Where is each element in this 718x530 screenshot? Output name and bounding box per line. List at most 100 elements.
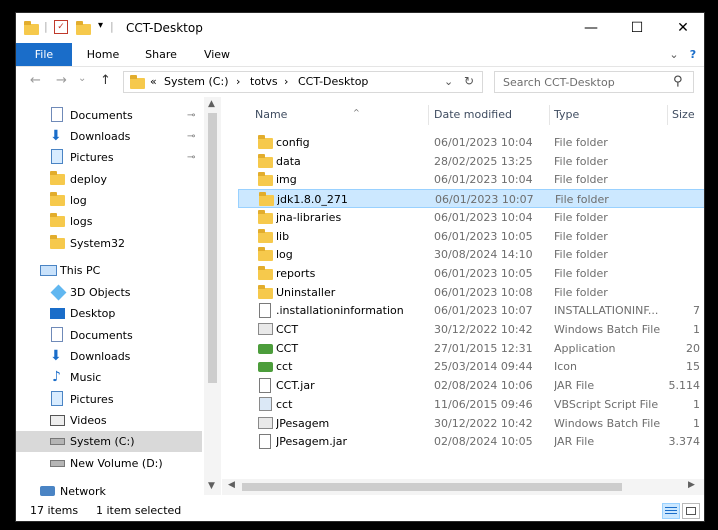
folder-icon: [50, 192, 65, 206]
column-header-name[interactable]: Name ^: [255, 105, 429, 125]
search-icon[interactable]: ⚲: [673, 74, 683, 89]
folder-icon: [259, 192, 274, 207]
file-date: 06/01/2023 10:04: [434, 136, 533, 149]
nav-item-system32[interactable]: System32: [16, 233, 202, 254]
download-icon: ⬇: [50, 348, 62, 364]
scroll-thumb[interactable]: [208, 113, 217, 383]
nav-item-downloads[interactable]: ⬇ Downloads: [16, 346, 202, 367]
file-row[interactable]: img 06/01/2023 10:04 File folder: [238, 170, 704, 189]
maximize-button[interactable]: ☐: [614, 13, 660, 43]
nav-item-pictures[interactable]: Pictures: [16, 389, 202, 410]
tab-home[interactable]: Home: [78, 43, 128, 66]
file-row[interactable]: JPesagem 30/12/2022 10:42 Windows Batch Fi…: [238, 414, 704, 433]
customize-toolbar-icon[interactable]: ▾: [98, 20, 103, 31]
folder-icon: [258, 135, 273, 149]
help-icon[interactable]: ?: [684, 43, 702, 66]
address-dropdown-icon[interactable]: ⌄: [444, 75, 453, 88]
download-icon: ⬇: [50, 128, 62, 144]
nav-item-label: Videos: [70, 414, 107, 427]
column-header-type[interactable]: Type: [554, 105, 668, 125]
close-button[interactable]: ✕: [660, 13, 704, 43]
expand-ribbon-icon[interactable]: ⌄: [666, 43, 682, 66]
nav-item-logs[interactable]: logs: [16, 211, 202, 232]
new-folder-icon[interactable]: [76, 21, 91, 35]
address-bar[interactable]: « System (C:) › totvs › CCT-Desktop ⌄ ↻: [123, 71, 483, 93]
file-row[interactable]: CCT 27/01/2015 12:31 Application 20: [238, 339, 704, 358]
file-row[interactable]: .installationinformation 06/01/2023 10:07…: [238, 301, 704, 320]
nav-item-pictures[interactable]: Pictures ⊸: [16, 147, 202, 168]
file-type: File folder: [554, 285, 608, 299]
properties-icon[interactable]: ✓: [54, 20, 68, 34]
nav-item-documents[interactable]: Documents ⊸: [16, 105, 202, 126]
breadcrumb-cct-desktop[interactable]: CCT-Desktop: [298, 75, 368, 88]
refresh-icon[interactable]: ↻: [464, 74, 474, 88]
nav-item-new-volume-d[interactable]: New Volume (D:): [16, 453, 202, 474]
hscroll-thumb[interactable]: [242, 483, 622, 491]
nav-item-downloads[interactable]: ⬇ Downloads ⊸: [16, 126, 202, 147]
nav-item-3d-objects[interactable]: 3D Objects: [16, 282, 202, 303]
file-row[interactable]: cct 25/03/2014 09:44 Icon 15: [238, 357, 704, 376]
file-name: cct: [276, 397, 293, 411]
scroll-left-icon[interactable]: ◀: [228, 480, 235, 490]
nav-item-music[interactable]: ♪ Music: [16, 367, 202, 388]
file-list-hscrollbar[interactable]: ◀ ▶: [222, 479, 704, 495]
file-type: File folder: [554, 266, 608, 280]
file-row[interactable]: cct 11/06/2015 09:46 VBScript Script File 1: [238, 395, 704, 414]
column-header-date[interactable]: Date modified: [434, 105, 550, 125]
file-row[interactable]: reports 06/01/2023 10:05 File folder: [238, 264, 704, 283]
scroll-down-icon[interactable]: ▼: [208, 481, 215, 491]
item-count: 17 items: [30, 504, 79, 517]
breadcrumb-separator[interactable]: ›: [236, 75, 240, 88]
nav-item-desktop[interactable]: Desktop: [16, 303, 202, 324]
file-row[interactable]: jna-libraries 06/01/2023 10:04 File folder: [238, 208, 704, 227]
nav-scrollbar[interactable]: ▲ ▼: [204, 97, 221, 495]
file-row[interactable]: Uninstaller 06/01/2023 10:08 File folder: [238, 283, 704, 302]
file-icon: [259, 434, 271, 450]
back-button[interactable]: ←: [30, 73, 41, 88]
file-row[interactable]: CCT 30/12/2022 10:42 Windows Batch File 1: [238, 320, 704, 339]
large-icons-view-button[interactable]: [682, 503, 700, 519]
file-type: JAR File: [554, 379, 595, 393]
scroll-right-icon[interactable]: ▶: [688, 480, 695, 490]
file-name: log: [276, 248, 293, 262]
nav-item-label: Desktop: [70, 307, 116, 320]
minimize-button[interactable]: —: [568, 13, 614, 43]
nav-item-log[interactable]: log: [16, 190, 202, 211]
nav-item-label: Downloads: [70, 130, 131, 143]
breadcrumb-overflow[interactable]: «: [150, 75, 157, 88]
breadcrumb-totvs[interactable]: totvs: [250, 75, 278, 88]
file-row[interactable]: log 30/08/2024 14:10 File folder: [238, 245, 704, 264]
forward-button[interactable]: →: [56, 73, 67, 88]
tab-file[interactable]: File: [16, 43, 72, 66]
search-input[interactable]: Search CCT-Desktop ⚲: [494, 71, 694, 93]
file-name: JPesagem: [276, 416, 330, 430]
videos-icon: [50, 415, 65, 426]
details-view-button[interactable]: [662, 503, 680, 519]
up-button[interactable]: ↑: [100, 73, 111, 88]
breadcrumb-separator[interactable]: ›: [284, 75, 288, 88]
file-date: 06/01/2023 10:08: [434, 285, 533, 299]
file-row[interactable]: jdk1.8.0_271 06/01/2023 10:07 File folder: [238, 189, 704, 209]
nav-item-documents[interactable]: Documents: [16, 325, 202, 346]
file-date: 30/08/2024 14:10: [434, 248, 533, 262]
column-name-label: Name: [255, 108, 288, 121]
file-row[interactable]: lib 06/01/2023 10:05 File folder: [238, 227, 704, 246]
nav-item-system-c[interactable]: System (C:): [16, 431, 202, 452]
nav-item-label: Pictures: [70, 393, 114, 406]
file-date: 28/02/2025 13:25: [434, 154, 533, 168]
pin-icon: ⊸: [187, 152, 196, 163]
breadcrumb-system-c[interactable]: System (C:): [164, 75, 229, 88]
file-row[interactable]: config 06/01/2023 10:04 File folder: [238, 133, 704, 152]
file-row[interactable]: data 28/02/2025 13:25 File folder: [238, 152, 704, 171]
nav-item-label: Downloads: [70, 350, 131, 363]
scroll-up-icon[interactable]: ▲: [208, 99, 215, 109]
nav-item-this-pc[interactable]: This PC: [16, 260, 202, 281]
recent-locations-icon[interactable]: ⌄: [78, 73, 86, 84]
column-header-size[interactable]: Size: [672, 105, 704, 125]
nav-item-videos[interactable]: Videos: [16, 410, 202, 431]
nav-item-deploy[interactable]: deploy: [16, 169, 202, 190]
tab-view[interactable]: View: [192, 43, 242, 66]
file-row[interactable]: CCT.jar 02/08/2024 10:06 JAR File 5.114: [238, 376, 704, 395]
tab-share[interactable]: Share: [136, 43, 186, 66]
file-row[interactable]: JPesagem.jar 02/08/2024 10:05 JAR File 3.37…: [238, 432, 704, 451]
